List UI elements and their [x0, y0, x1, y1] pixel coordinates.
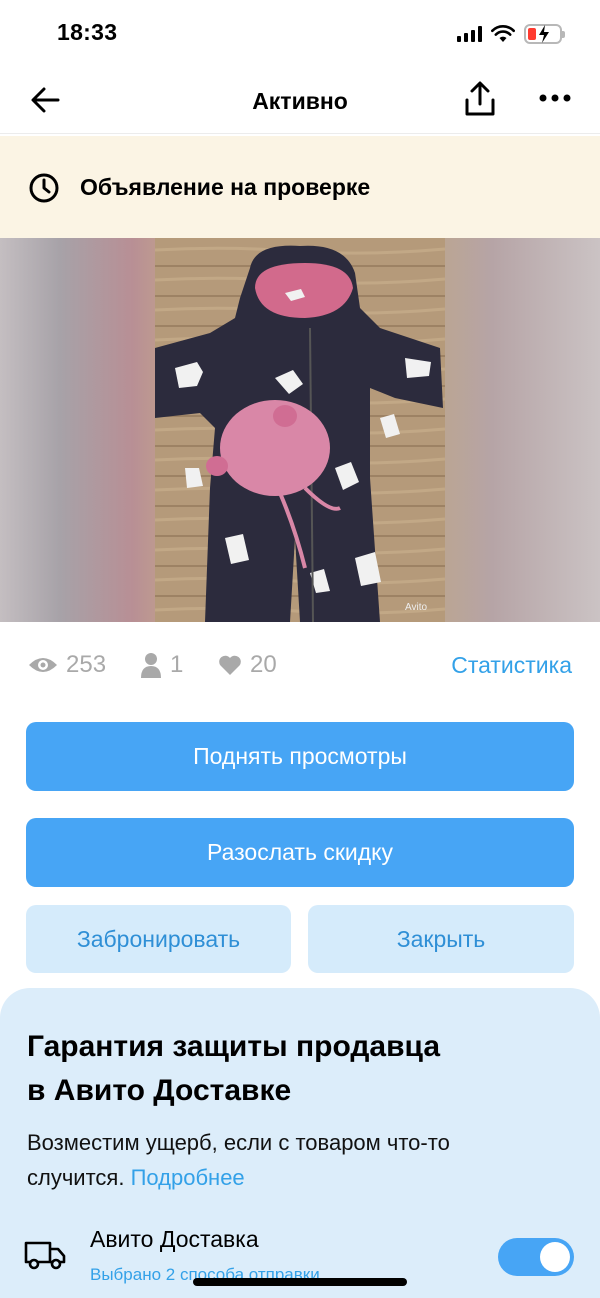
eye-icon: [29, 658, 57, 672]
guarantee-description: Возместим ущерб, если с товаром что-то с…: [27, 1130, 450, 1190]
person-icon: [141, 653, 161, 678]
listing-photo[interactable]: Avito: [0, 238, 600, 622]
close-listing-button[interactable]: Закрыть: [308, 905, 574, 973]
raise-views-button[interactable]: Поднять просмотры: [26, 722, 574, 791]
favorites-stat: 20: [218, 650, 277, 680]
navigation-bar: Активно: [0, 68, 600, 134]
statistics-link[interactable]: Статистика: [451, 652, 572, 679]
wifi-icon: [491, 25, 515, 42]
send-discount-button[interactable]: Разослать скидку: [26, 818, 574, 887]
favorites-count: 20: [250, 651, 277, 678]
cellular-signal-icon: [457, 26, 482, 42]
guarantee-title: Гарантия защиты продавца в Авито Доставк…: [27, 1030, 441, 1107]
page-title: Активно: [252, 88, 348, 114]
status-icons: [457, 22, 565, 46]
listing-stats: 253 1 20 Статистика: [0, 640, 600, 692]
views-count: 253: [66, 651, 107, 678]
seller-guarantee-card: Гарантия защиты продавца в Авито Доставк…: [0, 988, 600, 1298]
views-stat: 253: [28, 650, 106, 680]
status-bar: 18:33: [0, 0, 600, 68]
home-indicator[interactable]: [193, 1278, 407, 1286]
svg-text:Avito: Avito: [405, 602, 427, 613]
reserve-button[interactable]: Забронировать: [26, 905, 291, 973]
battery-charging-icon: [524, 24, 565, 44]
contacts-stat: 1: [140, 650, 183, 680]
contacts-count: 1: [170, 651, 184, 678]
truck-icon: [24, 1241, 66, 1270]
photo-kids-winter-jumpsuit: Avito: [155, 238, 445, 622]
review-banner: Объявление на проверке: [0, 136, 600, 238]
status-time: 18:33: [57, 19, 118, 45]
heart-icon: [219, 655, 241, 675]
delivery-toggle[interactable]: [498, 1238, 574, 1276]
more-horizontal-icon[interactable]: [538, 92, 572, 104]
toggle-knob: [540, 1242, 570, 1272]
clock-icon: [29, 173, 59, 203]
delivery-title: Авито Доставка: [90, 1226, 259, 1252]
share-icon[interactable]: [462, 80, 498, 118]
more-info-link[interactable]: Подробнее: [131, 1165, 245, 1190]
review-status-text: Объявление на проверке: [80, 174, 371, 200]
